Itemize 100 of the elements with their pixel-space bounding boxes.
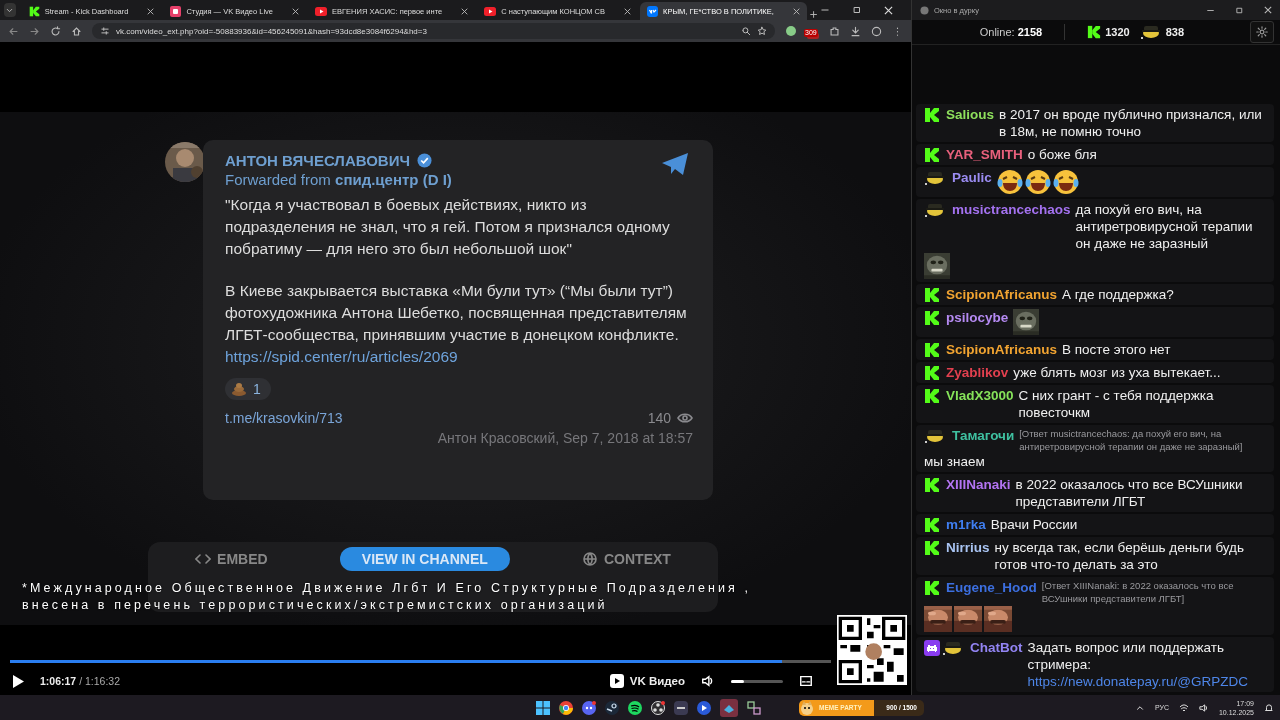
kick-badge-icon xyxy=(924,286,940,303)
message-text: в 2022 оказалось что все ВСУшники представители ЛГБТ xyxy=(1015,476,1244,510)
tab-favicon-icon xyxy=(647,5,659,17)
username[interactable]: Salious xyxy=(946,106,994,123)
message-text: Врачи России xyxy=(990,516,1079,533)
message-text: мы знаем xyxy=(924,453,986,470)
username[interactable]: ScipionAfricanus xyxy=(946,286,1058,303)
chat-app-icon[interactable] xyxy=(582,700,596,715)
play-button-icon xyxy=(315,6,328,16)
wifi-icon[interactable] xyxy=(1178,702,1189,713)
extension-icon[interactable] xyxy=(785,25,797,37)
kick-badge-icon xyxy=(924,146,940,163)
follower-count: 1320 xyxy=(1105,26,1130,38)
online-count: Online: 2158 xyxy=(979,26,1043,38)
article-link[interactable]: https://spid.center/ru/articles/2069 xyxy=(225,348,693,366)
kick-badge-icon xyxy=(924,476,940,493)
message-text: ну всегда так, если берёшь деньги будь готов что-то делать за это xyxy=(994,539,1246,573)
poop-emoji-icon xyxy=(231,382,247,396)
message-text: о боже бля xyxy=(1027,146,1098,163)
invader-icon xyxy=(924,639,940,656)
username[interactable]: Zyablikov xyxy=(946,364,1009,381)
volume-slider[interactable] xyxy=(731,679,783,683)
close-icon[interactable] xyxy=(624,7,632,15)
username[interactable]: ChatBot xyxy=(970,639,1023,656)
kick-badge-icon xyxy=(924,309,940,326)
home-icon[interactable] xyxy=(71,25,82,37)
message-text: Задать вопрос или поддержать стримера: https://new.donatepay.ru/@GRPZDC xyxy=(1027,639,1250,690)
music-app-icon[interactable] xyxy=(628,700,642,715)
reaction-chip[interactable]: 1 xyxy=(225,378,271,400)
subtitles-icon[interactable] xyxy=(799,674,813,688)
windows-start-icon[interactable] xyxy=(536,700,550,715)
post-author: АНТОН ВЯЧЕСЛАВОВИЧ xyxy=(225,152,410,169)
laughing-emoji-icon xyxy=(996,169,1023,195)
donation-link[interactable]: https://new.donatepay.ru/@GRPZDC xyxy=(1027,674,1249,689)
close-icon[interactable] xyxy=(1264,5,1272,14)
reload-icon[interactable] xyxy=(50,25,61,37)
game-launcher-icon[interactable] xyxy=(605,700,619,715)
time-display: 1:06:17 / 1:16:32 xyxy=(40,675,120,687)
volume-icon[interactable] xyxy=(701,674,715,688)
address-bar[interactable]: vk.com/video_ext.php?oid=-50883936&id=456245091&hash=93dcd8e3084f6294&hd=3 xyxy=(92,23,775,39)
kick-badge-icon xyxy=(924,341,940,358)
close-icon[interactable] xyxy=(884,5,893,15)
tab-favicon-icon xyxy=(28,5,40,17)
app-icon[interactable] xyxy=(720,698,738,717)
profile-icon[interactable] xyxy=(871,25,882,37)
kick-badge-icon xyxy=(924,579,940,596)
username[interactable]: psilocybe xyxy=(946,309,1009,326)
kick-badge-icon xyxy=(924,364,940,381)
browser-app-icon[interactable] xyxy=(559,700,573,715)
app-icon xyxy=(920,5,929,15)
settings-button[interactable] xyxy=(1250,21,1274,43)
username[interactable]: Тамагочи xyxy=(952,427,1015,444)
star-icon[interactable] xyxy=(757,26,767,36)
close-icon[interactable] xyxy=(792,7,800,15)
reply-quote: [Ответ XIIINanaki: в 2022 оказалось что все ВСУшники представители ЛГБТ] xyxy=(1041,579,1235,605)
close-icon[interactable] xyxy=(292,7,300,15)
download-icon[interactable] xyxy=(850,25,861,37)
forwarded-from-text: Forwarded from спид.центр (D I) xyxy=(225,171,453,188)
kick-badge-icon xyxy=(924,106,940,123)
zoom-icon[interactable] xyxy=(741,26,751,36)
play-icon[interactable] xyxy=(12,674,24,688)
forward-icon[interactable] xyxy=(29,25,40,37)
close-icon[interactable] xyxy=(461,7,469,15)
code-icon xyxy=(195,551,212,567)
send-icon xyxy=(661,152,689,176)
username[interactable]: ScipionAfricanus xyxy=(946,341,1058,358)
username[interactable]: YAR_SMITH xyxy=(946,146,1023,163)
new-tab-icon[interactable] xyxy=(808,9,818,20)
app-icon[interactable] xyxy=(674,700,688,715)
username[interactable]: Nirrius xyxy=(946,539,990,556)
username[interactable]: VladX3000 xyxy=(946,387,1014,404)
message-text: уже блять мозг из уха вытекает... xyxy=(1013,364,1222,381)
message-text: В посте этого нет xyxy=(1062,341,1172,358)
post-text: В Киеве закрывается выставка «Ми були тут» (“Мы были тут”) фотохудожника Антона Шебетко, посвященная представителям ЛГБТ-сообщества, принявшим участие в донецком конфликте. xyxy=(225,281,688,345)
notification-icon[interactable] xyxy=(1264,702,1274,713)
app-icon[interactable] xyxy=(697,700,711,715)
channel-button[interactable]: EMBED xyxy=(173,547,290,571)
puzzle-icon[interactable] xyxy=(829,25,840,37)
post-link[interactable]: t.me/krasovkin/713 xyxy=(225,410,343,426)
close-icon[interactable] xyxy=(147,7,155,15)
site-info-icon[interactable] xyxy=(100,26,110,36)
username[interactable]: m1rka xyxy=(946,516,986,533)
username[interactable]: Paulic xyxy=(952,169,992,186)
view-count: 140 xyxy=(647,410,671,426)
window-switch-icon[interactable] xyxy=(747,700,761,715)
volume-icon[interactable] xyxy=(1198,702,1209,713)
post-signature: Антон Красовский, Sep 7, 2018 at 18:57 xyxy=(436,430,693,446)
maximize-icon[interactable] xyxy=(1235,5,1244,15)
maximize-icon[interactable] xyxy=(852,5,862,15)
notice-text: внесена в перечень террористических/экстремистских организаций xyxy=(22,597,609,614)
brand-name: VK Видео xyxy=(629,675,685,687)
reply-quote: [Ответ musictrancechaos: да похуй его вич, на антиретровирусной терапии он даже не заразный] xyxy=(1019,427,1244,453)
username[interactable]: XIIINanaki xyxy=(946,476,1011,493)
back-icon[interactable] xyxy=(8,25,19,37)
viewer-count: 838 xyxy=(1165,26,1184,38)
username[interactable]: Eugene_Hood xyxy=(946,579,1037,596)
message-text: А где поддержка? xyxy=(1062,286,1175,303)
channel-button[interactable]: CONTEXT xyxy=(560,547,693,571)
username[interactable]: musictrancechaos xyxy=(952,201,1071,218)
record-app-icon[interactable] xyxy=(651,700,665,715)
